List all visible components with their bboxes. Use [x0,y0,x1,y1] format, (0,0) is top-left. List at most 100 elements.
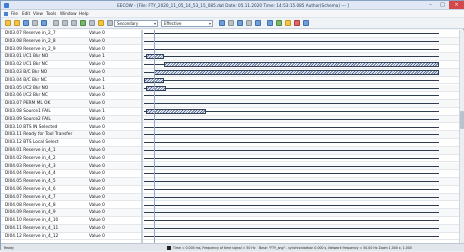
signal-row[interactable]: DI04.09 Reserve in_4_9 Value 0 [1,209,459,217]
signal-row[interactable]: DI04.01 Reserve in_4_1 Value 0 [1,147,459,155]
measure-icon[interactable] [89,20,95,26]
settings-icon[interactable] [255,20,261,26]
zoom-out-icon[interactable] [62,20,68,26]
signal-name: DI03.08 Reserve in_2_8 [5,38,56,44]
signal-trace [144,228,439,229]
zoom-fit-icon[interactable] [71,20,77,26]
signal-row[interactable]: DI03.09 Source2 FAIL Value 0 [1,115,459,124]
signal-row[interactable]: DI03.12 BTS Local Select Value 0 [1,139,459,147]
signal-value: Value 0 [89,38,105,44]
status-ready: Ready [4,246,14,250]
signal-trace [144,40,439,42]
signal-row[interactable]: DI04.07 Reserve in_4_7 Value 0 [1,193,459,202]
cursor-icon[interactable] [41,20,47,26]
signal-name: DI03.09 Reserve in_2_9 [5,46,56,52]
minimize-button[interactable]: – [425,1,436,9]
report-icon[interactable] [285,20,291,26]
waveform-icon[interactable] [237,20,243,26]
value-mode-dropdown[interactable]: Effective ▾ [161,20,213,27]
signal-value: Value 0 [89,210,105,216]
maximize-button[interactable]: □ [437,1,448,9]
signal-trace [144,220,439,222]
signal-value: Value 0 [89,218,105,224]
signal-row[interactable]: DI03.07 PERM ML OK Value 0 [1,100,459,108]
signal-row[interactable]: DI04.02 Reserve in_4_2 Value 0 [1,155,459,163]
signal-row[interactable]: DI03.01 I/C1 Bkr NO Value 1 [1,53,459,61]
signal-row[interactable]: DI03.11 Ready for Tool Transfer Value 0 [1,131,459,139]
signal-high-pulse [146,54,164,60]
signal-trace [144,235,439,237]
menu-window[interactable]: Window [60,10,77,18]
time-cursor[interactable] [154,30,155,243]
signal-trace [144,173,439,175]
signal-value: Value 0 [89,116,105,122]
menu-file[interactable]: File [11,10,18,18]
signal-value: Value 0 [89,202,105,208]
export-icon[interactable] [276,20,282,26]
signal-row[interactable]: DI03.04 B/C Bkr NC Value 1 [1,77,459,85]
signal-row[interactable]: DI04.08 Reserve in_4_8 Value 0 [1,202,459,210]
tile-icon[interactable] [267,20,273,26]
column-divider[interactable] [141,30,143,243]
print-icon[interactable] [32,20,38,26]
signal-name: DI04.07 Reserve in_4_7 [5,194,56,200]
signal-value: Value 0 [89,62,105,68]
signal-row[interactable]: DI04.12 Reserve in_4_12 Value 0 [1,233,459,241]
stop-icon[interactable] [294,20,300,26]
signal-row[interactable]: DI03.05 I/C2 Bkr NO Value 1 [1,84,459,93]
signal-row[interactable]: DI03.06 I/C2 Bkr NC Value 0 [1,92,459,100]
signal-trace [144,118,439,120]
signal-row[interactable]: DI03.07 Reserve in_2_7 Value 0 [1,30,459,38]
signal-grid: DI03.07 Reserve in_2_7 Value 0 DI03.08 Res… [1,30,459,243]
save-icon[interactable] [23,20,29,26]
signal-row[interactable]: DI04.04 Reserve in_4_4 Value 0 [1,170,459,178]
signal-row[interactable]: DI03.03 B/C Bkr NO Value 0 [1,69,459,77]
signal-name: DI03.11 Ready for Tool Transfer [5,132,73,138]
vertical-scrollbar[interactable] [459,30,464,243]
signal-trace [144,142,439,144]
table-icon[interactable] [246,20,252,26]
signal-row[interactable]: DI04.10 Reserve in_4_10 Value 0 [1,217,459,225]
channel-mode-dropdown[interactable]: Secondary ▾ [114,20,158,27]
signal-row[interactable]: DI03.02 I/C1 Bkr NC Value 0 [1,61,459,69]
time-swatch-icon [167,246,171,250]
signal-row[interactable]: DI03.10 BTS IN Selected Value 0 [1,124,459,132]
signal-row[interactable]: DI04.06 Reserve in_4_6 Value 0 [1,186,459,194]
menu-tools[interactable]: Tools [46,10,56,18]
signal-value: Value 0 [89,31,105,36]
signal-value: Value 0 [89,187,105,192]
signal-value: Value 0 [89,140,105,146]
signal-row[interactable]: DI03.08 Reserve in_2_8 Value 0 [1,37,459,46]
signal-row[interactable]: DI04.05 Reserve in_4_5 Value 0 [1,178,459,186]
channel-mode-value: Secondary [117,21,139,26]
signal-trace [144,126,439,128]
signal-trace [144,134,439,136]
open-file-icon[interactable] [14,20,20,26]
signal-value: Value 0 [89,194,105,200]
signal-value: Value 1 [89,109,105,114]
play-icon[interactable] [219,20,225,26]
open-folder-icon[interactable] [5,20,11,26]
menu-view[interactable]: View [33,10,43,18]
signal-row[interactable]: DI03.09 Reserve in_2_9 Value 0 [1,46,459,54]
close-button[interactable]: × [449,1,464,9]
signal-row[interactable]: DI04.11 Reserve in_4_11 Value 0 [1,225,459,233]
signal-trace [144,103,439,105]
signal-value: Value 0 [89,101,105,107]
signal-name: DI03.03 B/C Bkr NO [5,70,48,75]
scrollbar-thumb[interactable] [460,111,464,129]
help-icon[interactable] [303,20,309,26]
flag-icon[interactable] [98,20,104,26]
menu-help[interactable]: Help [79,10,89,18]
signal-row[interactable]: DI04.03 Reserve in_4_3 Value 0 [1,162,459,171]
signal-name: DI04.02 Reserve in_4_2 [5,155,56,161]
chart-icon[interactable] [107,20,113,26]
signal-trace [144,48,439,50]
signal-name: DI03.09 Source2 FAIL [5,116,51,122]
menu-edit[interactable]: Edit [22,10,30,18]
zoom-in-icon[interactable] [53,20,59,26]
marker-icon[interactable] [80,20,86,26]
signal-row[interactable]: DI03.08 Source1 FAIL Value 1 [1,108,459,116]
step-icon[interactable] [228,20,234,26]
signal-value: Value 0 [89,163,105,169]
